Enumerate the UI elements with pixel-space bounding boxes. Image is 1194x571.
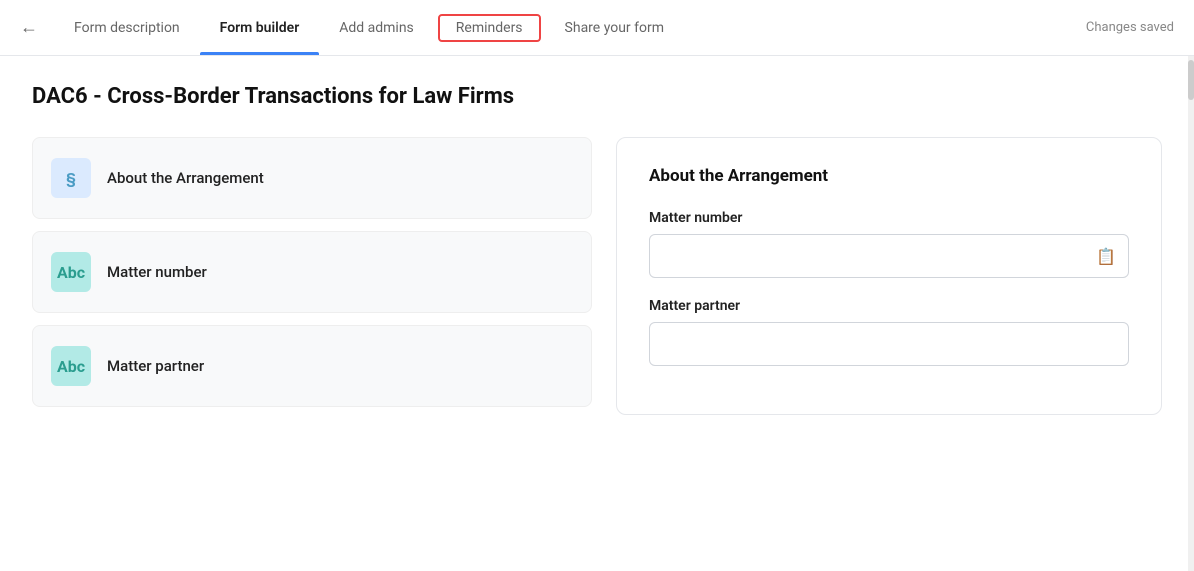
scrollbar-thumb[interactable]	[1188, 60, 1194, 100]
section-icon-matter-partner: Abc	[51, 346, 91, 386]
preview-panel: About the Arrangement Matter number 📋 Ma…	[616, 137, 1162, 415]
field-input-matter-partner[interactable]	[649, 322, 1129, 366]
back-button[interactable]: ←	[20, 17, 38, 38]
tab-form-builder[interactable]: Form builder	[200, 0, 320, 55]
tab-share-your-form[interactable]: Share your form	[545, 0, 684, 55]
section-label-matter-partner: Matter partner	[107, 357, 204, 375]
preview-section-title: About the Arrangement	[649, 166, 1129, 186]
page-title: DAC6 - Cross-Border Transactions for Law…	[32, 84, 1162, 109]
list-item[interactable]: Abc Matter partner	[32, 325, 592, 407]
section-icon-about: §	[51, 158, 91, 198]
field-group-matter-number: Matter number 📋	[649, 210, 1129, 278]
field-label-matter-partner: Matter partner	[649, 298, 1129, 314]
changes-saved-status: Changes saved	[1086, 20, 1174, 35]
clipboard-icon: 📋	[1096, 247, 1116, 266]
nav-tabs: Form description Form builder Add admins…	[54, 0, 1086, 55]
section-icon-matter-number: Abc	[51, 252, 91, 292]
list-item[interactable]: § About the Arrangement	[32, 137, 592, 219]
main-content: DAC6 - Cross-Border Transactions for Law…	[0, 56, 1194, 435]
list-item[interactable]: Abc Matter number	[32, 231, 592, 313]
scrollbar-track[interactable]	[1188, 56, 1194, 571]
field-group-matter-partner: Matter partner	[649, 298, 1129, 366]
section-label-about: About the Arrangement	[107, 169, 264, 187]
section-label-matter-number: Matter number	[107, 263, 207, 281]
tab-form-description[interactable]: Form description	[54, 0, 200, 55]
tab-reminders[interactable]: Reminders	[438, 14, 541, 42]
left-column: § About the Arrangement Abc Matter numbe…	[32, 137, 592, 415]
tab-add-admins[interactable]: Add admins	[319, 0, 434, 55]
columns-layout: § About the Arrangement Abc Matter numbe…	[32, 137, 1162, 415]
nav-bar: ← Form description Form builder Add admi…	[0, 0, 1194, 56]
field-label-matter-number: Matter number	[649, 210, 1129, 226]
field-input-matter-number[interactable]: 📋	[649, 234, 1129, 278]
